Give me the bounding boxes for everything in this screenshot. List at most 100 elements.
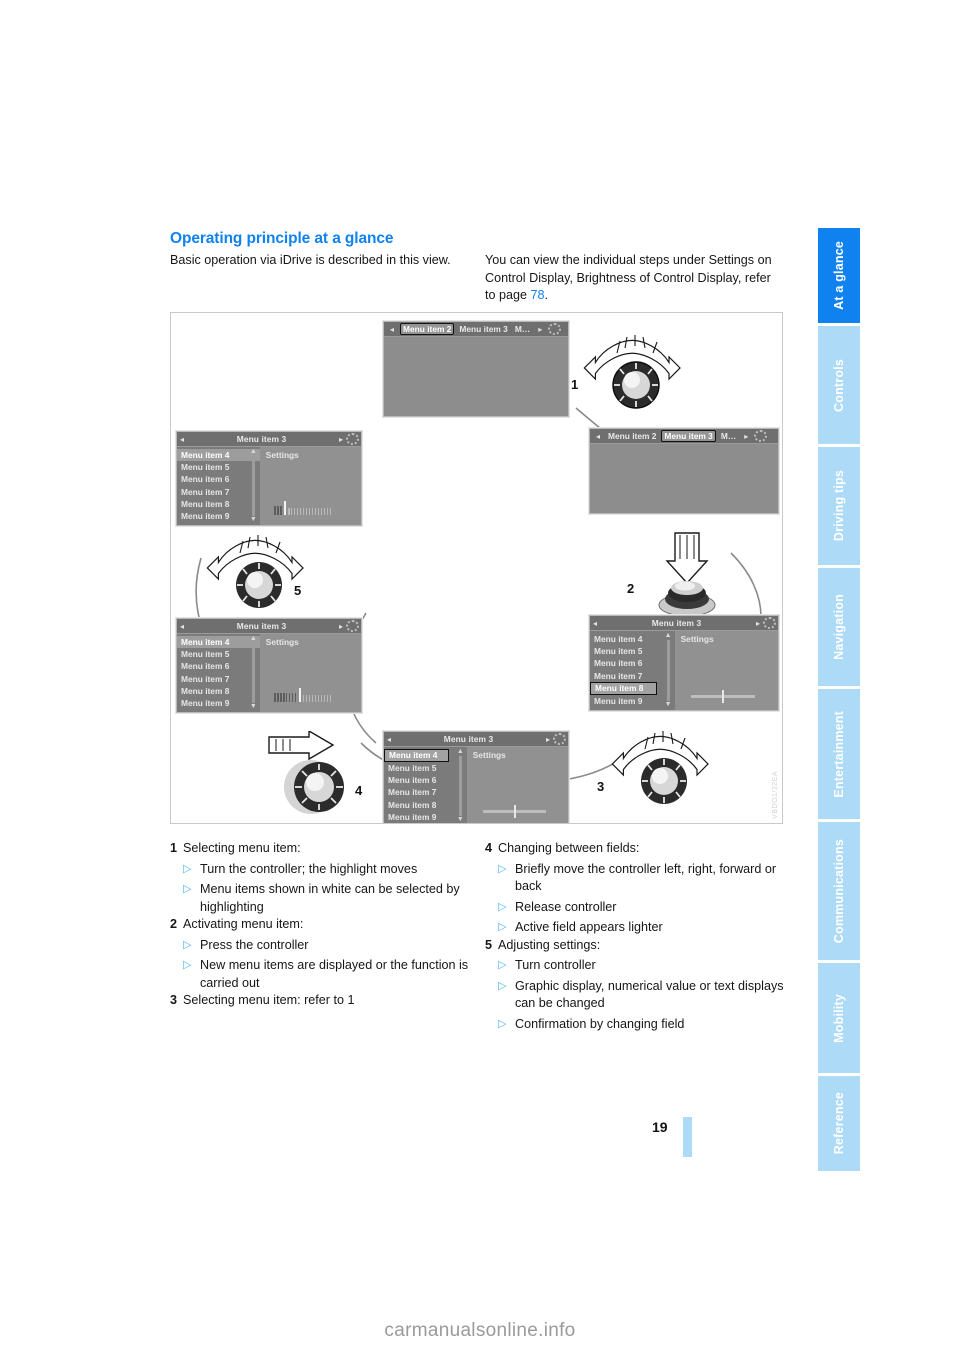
menu-list-item[interactable]: Menu item 8 (590, 681, 657, 695)
chapter-tab-at-a-glance[interactable]: At a glance (818, 228, 860, 323)
menu-list-item[interactable]: Menu item 6 (384, 774, 467, 786)
bar-graph-marker[interactable] (299, 688, 302, 702)
controller-knob-2: 2 (627, 531, 733, 626)
menu-list-item[interactable]: Menu item 7 (177, 673, 260, 685)
figure-code: VBDO1/32EA (772, 771, 779, 819)
menu-list-item[interactable]: Menu item 6 (177, 660, 260, 672)
intro-right-text: You can view the individual steps under … (485, 253, 772, 302)
menu-list-item[interactable]: Menu item 8 (177, 498, 260, 510)
chapter-tab-controls[interactable]: Controls (818, 326, 860, 444)
display-bottom-left-titlebar: ◂ Menu item 3 ▸ (177, 619, 361, 634)
menu-list-item[interactable]: Menu item 6 (177, 473, 260, 485)
menu-list-item[interactable]: Menu item 6 (590, 657, 675, 669)
step-bullet: ▷ Turn the controller; the highlight move… (183, 861, 470, 879)
scrollbar[interactable]: ▲ ▼ (250, 635, 257, 710)
slider-handle[interactable] (721, 690, 724, 703)
step-bullet-text: Briefly move the controller left, right,… (515, 861, 777, 894)
display-mid-right-body (590, 444, 778, 513)
chapter-tab-communications[interactable]: Communications (818, 822, 860, 960)
intro-right-text-end: . (544, 288, 549, 302)
menu-list-item[interactable]: Menu item 9 (590, 695, 675, 707)
menu-list-item[interactable]: Menu item 4 (177, 636, 260, 649)
display-screen-mid-right: ◂ Menu item 2 Menu item 3 M… ▸ (589, 428, 779, 514)
step-bullet: ▷ Graphic display, numerical value or tex… (498, 978, 785, 1013)
knob-turn-illustration (611, 731, 709, 804)
menu-list-item[interactable]: Menu item 5 (384, 762, 467, 774)
settings-slider[interactable] (482, 805, 546, 818)
settings-slider[interactable] (691, 690, 756, 703)
manual-page: At a glance Controls Driving tips Navigatio… (0, 0, 960, 1358)
step-number: 5 (485, 937, 493, 952)
scroll-up-icon[interactable]: ▲ (457, 748, 464, 755)
page-reference-link[interactable]: 78 (531, 288, 545, 302)
chapter-tab-mobility[interactable]: Mobility (818, 963, 860, 1073)
menu-list: Menu item 4 Menu item 5 Menu item 6 Menu it… (384, 747, 467, 823)
menu-list-item[interactable]: Menu item 4 (177, 449, 260, 462)
display-tab[interactable]: Menu item 2 (606, 431, 658, 441)
intro-left-column: Basic operation via iDrive is described … (170, 253, 451, 267)
step-bullet: ▷ Release controller (498, 899, 785, 917)
scroll-track[interactable] (251, 456, 255, 516)
scroll-up-icon[interactable]: ▲ (250, 448, 257, 455)
chapter-tab-label: At a glance (832, 241, 846, 310)
step-bullet-text: Press the controller (200, 937, 309, 952)
bullet-triangle-icon: ▷ (498, 1017, 507, 1030)
brightness-bar-graph[interactable] (273, 688, 333, 702)
menu-list-item[interactable]: Menu item 9 (384, 811, 467, 823)
scroll-track[interactable] (458, 756, 462, 816)
step-number: 2 (170, 917, 178, 931)
scrollbar[interactable]: ▲ ▼ (457, 748, 464, 823)
menu-list-item[interactable]: Menu item 7 (590, 670, 675, 682)
menu-list-item[interactable]: Menu item 8 (384, 799, 467, 811)
chapter-tab-label: Driving tips (832, 470, 846, 542)
display-tab[interactable]: Menu item 2 (400, 323, 455, 335)
step-item: 4 Changing between fields: (485, 840, 785, 858)
display-bottom-center-titlebar: ◂ Menu item 3 ▸ (384, 732, 568, 747)
display-tab[interactable]: M… (719, 431, 738, 441)
chapter-tab-reference[interactable]: Reference (818, 1076, 860, 1171)
brightness-bar-graph[interactable] (273, 501, 333, 515)
slider-handle[interactable] (514, 805, 517, 818)
scroll-down-icon[interactable]: ▼ (665, 701, 672, 708)
menu-list-item[interactable]: Menu item 5 (590, 645, 675, 657)
display-tab[interactable]: Menu item 3 (661, 430, 716, 442)
chapter-tab-entertainment[interactable]: Entertainment (818, 689, 860, 819)
menu-list-item[interactable]: Menu item 7 (384, 786, 467, 798)
step-item: 3 Selecting menu item: refer to 1 (170, 992, 470, 1010)
chapter-tab-navigation[interactable]: Navigation (818, 568, 860, 686)
bar-graph-marker[interactable] (284, 501, 287, 515)
menu-list: Menu item 4 Menu item 5 Menu item 6 Menu it… (590, 631, 675, 710)
scrollbar[interactable]: ▲ ▼ (250, 448, 257, 523)
step-bullet: ▷ Active field appears lighter (498, 919, 785, 937)
display-tab[interactable]: Menu item 3 (457, 324, 509, 334)
chapter-tab-label: Reference (832, 1092, 846, 1155)
callout-number-2: 2 (627, 581, 635, 596)
menu-list-item[interactable]: Menu item 8 (177, 685, 260, 697)
menu-list-item[interactable]: Menu item 4 (384, 749, 449, 762)
scroll-down-icon[interactable]: ▼ (250, 703, 257, 710)
menu-list-item[interactable]: Menu item 4 (590, 633, 675, 645)
scroll-track[interactable] (251, 643, 255, 703)
scrollbar[interactable]: ▲ ▼ (665, 632, 672, 708)
chapter-tab-driving-tips[interactable]: Driving tips (818, 447, 860, 565)
left-arrow-icon: ◂ (387, 734, 392, 744)
scroll-track[interactable] (666, 640, 670, 701)
knob-turn-illustration (206, 535, 304, 608)
scroll-down-icon[interactable]: ▼ (250, 516, 257, 523)
menu-list-item[interactable]: Menu item 9 (177, 510, 260, 522)
menu-list-item[interactable]: Menu item 9 (177, 697, 260, 709)
menu-list-item[interactable]: Menu item 7 (177, 486, 260, 498)
left-arrow-icon: ◂ (180, 434, 185, 444)
scroll-down-icon[interactable]: ▼ (457, 816, 464, 823)
scroll-up-icon[interactable]: ▲ (250, 635, 257, 642)
display-tab[interactable]: M… (513, 324, 532, 334)
step-item: 5 Adjusting settings: (485, 937, 785, 955)
knob-turn-illustration (583, 335, 681, 409)
menu-list-item[interactable]: Menu item 5 (177, 461, 260, 473)
scroll-up-icon[interactable]: ▲ (665, 632, 672, 639)
settings-pane: Settings (674, 631, 778, 710)
step-item: 1 Selecting menu item: (170, 840, 470, 858)
controller-knob-1: 1 (571, 335, 693, 418)
menu-list-item[interactable]: Menu item 5 (177, 648, 260, 660)
step-bullet: ▷ Turn controller (498, 957, 785, 975)
